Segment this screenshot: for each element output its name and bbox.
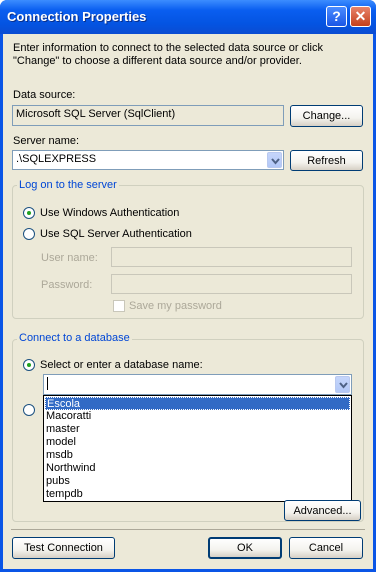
- database-option[interactable]: msdb: [45, 449, 350, 462]
- help-button[interactable]: ?: [326, 6, 347, 27]
- chevron-down-icon: [271, 158, 280, 165]
- sql-auth-radio[interactable]: [23, 228, 35, 240]
- password-field: [111, 274, 352, 294]
- text-cursor: [47, 377, 48, 390]
- database-option[interactable]: Northwind: [45, 462, 350, 475]
- title-bar[interactable]: Connection Properties ? ✕: [0, 0, 376, 34]
- database-option[interactable]: model: [45, 436, 350, 449]
- cancel-button[interactable]: Cancel: [289, 537, 363, 559]
- database-option[interactable]: Escola: [45, 397, 350, 410]
- ok-button[interactable]: OK: [208, 537, 282, 559]
- attach-database-radio[interactable]: [23, 404, 35, 416]
- server-name-combobox[interactable]: .\SQLEXPRESS: [12, 150, 284, 170]
- database-name-combobox[interactable]: [43, 374, 352, 395]
- separator: [11, 529, 365, 530]
- select-database-label[interactable]: Select or enter a database name:: [40, 359, 203, 371]
- database-group-title: Connect to a database: [17, 332, 132, 344]
- close-button[interactable]: ✕: [350, 6, 371, 27]
- server-name-dropdown-arrow[interactable]: [267, 152, 282, 168]
- save-password-checkbox: [113, 300, 125, 312]
- user-name-field: [111, 247, 352, 267]
- dialog-body: Enter information to connect to the sele…: [3, 34, 373, 569]
- select-database-radio[interactable]: [23, 359, 35, 371]
- chevron-down-icon: [339, 382, 348, 389]
- logon-group-title: Log on to the server: [17, 179, 119, 191]
- intro-text-line2: "Change" to choose a different data sour…: [13, 55, 302, 67]
- password-label: Password:: [41, 279, 93, 291]
- database-dropdown-arrow[interactable]: [335, 376, 350, 393]
- advanced-button[interactable]: Advanced...: [284, 500, 361, 521]
- dialog-title: Connection Properties: [7, 9, 147, 24]
- windows-auth-radio[interactable]: [23, 207, 35, 219]
- connection-properties-dialog: Connection Properties ? ✕ Enter informat…: [0, 0, 376, 572]
- change-button[interactable]: Change...: [290, 105, 363, 127]
- windows-auth-label[interactable]: Use Windows Authentication: [40, 207, 179, 219]
- radio-selected-dot: [27, 211, 31, 215]
- database-dropdown-list[interactable]: Escola Macoratti master model msdb North…: [43, 395, 352, 502]
- server-name-label: Server name:: [13, 135, 80, 147]
- database-option[interactable]: master: [45, 423, 350, 436]
- server-name-value: .\SQLEXPRESS: [16, 153, 97, 165]
- intro-text-line1: Enter information to connect to the sele…: [13, 42, 323, 54]
- database-option[interactable]: Macoratti: [45, 410, 350, 423]
- database-option[interactable]: pubs: [45, 475, 350, 488]
- sql-auth-label[interactable]: Use SQL Server Authentication: [40, 228, 192, 240]
- data-source-field: Microsoft SQL Server (SqlClient): [12, 105, 284, 126]
- save-password-label: Save my password: [129, 300, 222, 312]
- user-name-label: User name:: [41, 252, 98, 264]
- refresh-button[interactable]: Refresh: [290, 150, 363, 171]
- test-connection-button[interactable]: Test Connection: [12, 537, 115, 559]
- radio-selected-dot: [27, 363, 31, 367]
- data-source-label: Data source:: [13, 89, 76, 101]
